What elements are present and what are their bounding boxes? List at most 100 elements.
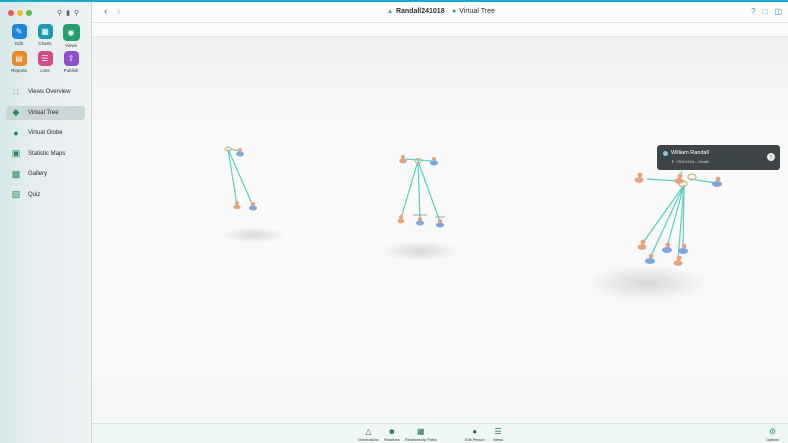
zoom-window-button[interactable] [26,10,32,16]
minimize-window-button[interactable] [17,10,23,16]
document-title-text: Randall241018 [395,8,445,15]
views-button[interactable]: ◉ Views [58,24,84,48]
generations-icon: △ [365,427,372,436]
person-name: William Randall [671,150,709,156]
views-toolbar-label: Views [493,438,504,442]
pencil-icon: ✎ [11,24,27,39]
person-male[interactable] [645,253,655,264]
sidebar-item-statistic-maps[interactable]: ▣ Statistic Maps [6,147,85,161]
map-icon: ▣ [11,148,21,158]
sidebar-toggle-icon[interactable]: ◫ [774,7,782,16]
eye-icon: ◉ [62,24,80,41]
titlebar-right-tools: ? □ ◫ [751,7,782,16]
person-male[interactable] [712,176,722,187]
sidebar-item-gallery[interactable]: ▩ Gallery [6,167,85,181]
view-title-text: Virtual Tree [459,8,495,15]
person-female[interactable] [397,215,405,224]
person-female[interactable] [673,255,683,266]
family-group-left[interactable] [224,146,257,211]
document-title: ▲ Randall241018 [387,8,445,15]
sidebar-item-label: Statistic Maps [28,150,66,157]
main-function-grid: ✎ Edit ▦ Charts ◉ Views ▤ Reports ☰ List… [6,24,86,73]
reports-button[interactable]: ▤ Reports [6,51,32,73]
person-icon: ● [472,427,478,436]
person-male[interactable] [416,217,424,226]
person-female[interactable] [674,173,684,184]
bookmark-icon[interactable]: ▮ [66,9,70,17]
sidebar-item-virtual-tree[interactable]: ◆ Virtual Tree [6,105,85,120]
sub-toolbar [92,23,788,37]
relationship-paths-label: Relationship Paths [405,438,437,442]
person-male[interactable] [436,219,444,228]
person-lifespan: ✝ 25/3/1618 – Death [671,159,709,164]
cross-icon: ✝ [671,159,675,164]
relationship-paths-icon: ▦ [417,427,425,436]
sidebar-item-label: Virtual Tree [28,109,59,116]
publish-label: Publish [63,68,79,73]
tree-shadow-middle [380,241,460,261]
tree-shadow-left [222,227,286,243]
person-female[interactable] [233,201,241,210]
family-group-middle[interactable] [397,155,446,228]
reports-icon: ▤ [11,51,27,66]
forward-arrow-icon[interactable]: › [117,6,120,17]
back-arrow-icon[interactable]: ‹ [104,6,107,17]
search-icon[interactable]: ⚲ [74,9,79,17]
family-tree-icon: ▲ [387,8,393,15]
chevron-right-icon[interactable]: › [767,153,775,161]
virtual-tree-scene[interactable] [92,37,788,423]
bottom-toolbar: △ Generations ☻ Relatives ▦ Relationship… [92,423,788,443]
person-male[interactable] [662,242,672,253]
publish-button[interactable]: ⇧ Publish [58,51,84,73]
sidebar-item-views-overview[interactable]: ∷ Views Overview [6,85,85,99]
person-female[interactable] [399,155,407,164]
edit-label: Edit [15,41,23,46]
generations-label: Generations [358,438,379,442]
charts-button[interactable]: ▦ Charts [32,24,58,48]
sidebar-nav: ∷ Views Overview ◆ Virtual Tree ● Virtua… [6,85,85,208]
relatives-button[interactable]: ☻ Relatives [384,427,400,442]
person-male[interactable] [249,202,257,211]
person-male[interactable] [236,148,244,157]
views-list-icon: ☰ [494,427,502,436]
options-button[interactable]: ⚙ Options [766,427,779,442]
edit-person-button[interactable]: ● Edit Person [465,427,485,442]
sidebar: ⚲ ▮ ⚲ ✎ Edit ▦ Charts ◉ Views ▤ Reports … [0,2,92,443]
reports-label: Reports [11,68,27,73]
help-icon[interactable]: ? [751,7,755,16]
views-label: Views [65,43,77,48]
title-bar: ‹ › ▲ Randall241018 ● Virtual Tree ? □ ◫ [92,2,788,23]
relationship-paths-button[interactable]: ▦ Relationship Paths [405,427,437,442]
edit-button[interactable]: ✎ Edit [6,24,32,48]
paperclip-icon[interactable]: ⚲ [57,9,62,17]
grid-dots-icon: ∷ [13,86,19,97]
views-toolbar-button[interactable]: ☰ Views [493,427,503,442]
charts-icon: ▦ [37,24,53,39]
relatives-label: Relatives [384,438,400,442]
person-female[interactable] [637,239,647,250]
lists-label: Lists [40,68,50,73]
options-label: Options [766,438,780,442]
edit-person-label: Edit Person [465,438,485,442]
quiz-icon: ▧ [11,189,21,199]
sidebar-item-quiz[interactable]: ▧ Quiz [6,188,85,202]
lists-icon: ☰ [37,51,53,66]
lists-button[interactable]: ☰ Lists [32,51,58,73]
sidebar-item-virtual-globe[interactable]: ● Virtual Globe [6,126,85,140]
window-icon[interactable]: □ [763,7,768,16]
family-group-right[interactable] [634,170,723,266]
sidebar-item-label: Quiz [28,191,41,198]
virtual-tree-canvas[interactable]: William Randall ✝ 25/3/1618 – Death › [92,37,788,423]
options-gear-icon: ⚙ [768,427,777,436]
person-male[interactable] [430,157,438,166]
male-gender-dot-icon [663,151,668,156]
views-circle-icon: ● [452,8,457,15]
generations-button[interactable]: △ Generations [358,427,379,442]
charts-label: Charts [38,41,52,46]
close-window-button[interactable] [8,10,14,16]
relatives-icon: ☻ [387,427,397,436]
sidebar-item-label: Gallery [28,171,48,177]
sidebar-tools: ⚲ ▮ ⚲ [57,9,79,17]
person-female[interactable] [634,172,644,183]
person-info-card[interactable]: William Randall ✝ 25/3/1618 – Death › [657,145,780,170]
